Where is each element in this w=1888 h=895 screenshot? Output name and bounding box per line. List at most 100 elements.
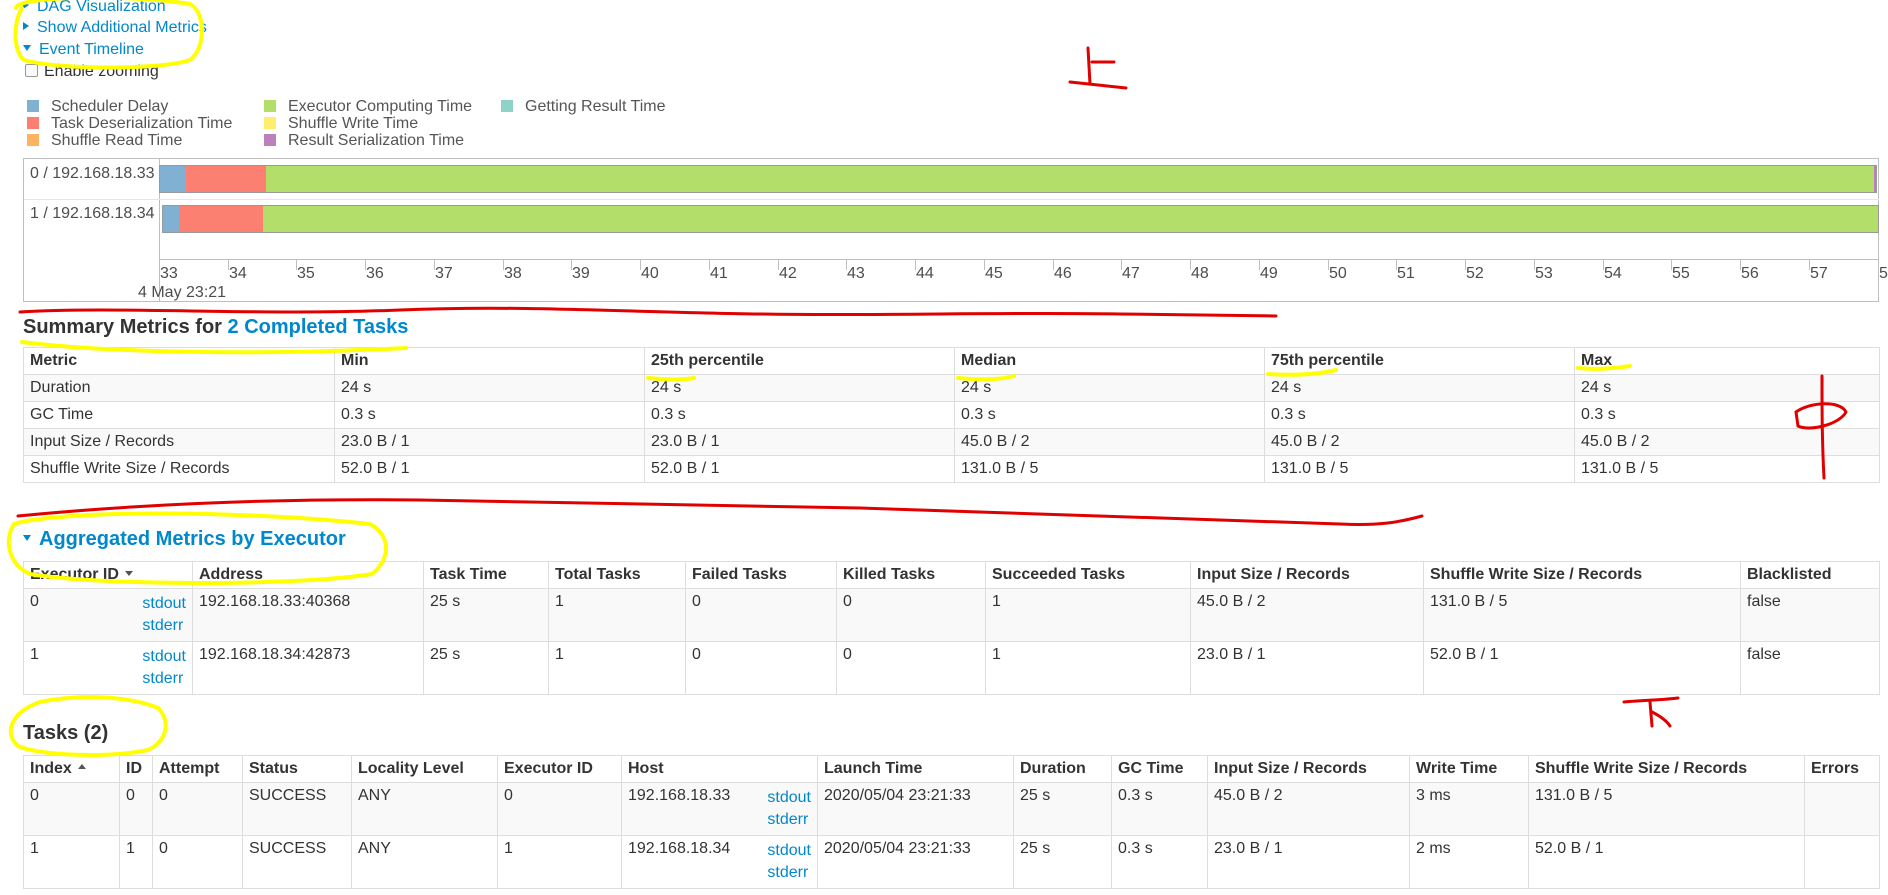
table-cell: SUCCESS <box>242 835 352 889</box>
axis-tick-label: 50 <box>1329 265 1347 282</box>
column-header[interactable]: Input Size / Records <box>1207 755 1410 783</box>
dag-visualization-label: DAG Visualization <box>37 0 166 15</box>
show-additional-metrics-toggle[interactable]: Show Additional Metrics <box>23 18 207 38</box>
column-header[interactable]: ID <box>119 755 153 783</box>
table-row: Shuffle Write Size / Records 52.0 B / 1 … <box>23 455 1880 483</box>
host-name: 192.168.18.34 <box>628 840 731 857</box>
table-cell: 52.0 B / 1 <box>1528 835 1805 889</box>
log-links: stdout stderr <box>767 787 811 831</box>
stdout-link[interactable]: stdout <box>142 593 186 615</box>
legend-swatch <box>264 133 276 146</box>
event-timeline-toggle[interactable]: Event Timeline <box>23 40 144 60</box>
axis-tick-label: 45 <box>985 265 1003 282</box>
completed-tasks-link[interactable]: 2 Completed Tasks <box>228 316 409 338</box>
table-cell: GC Time <box>23 401 335 429</box>
axis-tick-label: 46 <box>1054 265 1072 282</box>
table-cell: 0.3 s <box>954 401 1265 429</box>
column-header[interactable]: Executor ID <box>23 561 193 589</box>
timeline-row-label: 1 / 192.168.18.34 <box>30 205 155 222</box>
column-header[interactable]: Launch Time <box>817 755 1014 783</box>
column-header[interactable]: Executor ID <box>497 755 622 783</box>
task-bar-0[interactable] <box>159 165 1877 193</box>
axis-tick-label: 53 <box>1535 265 1553 282</box>
red-character-mark <box>1068 46 1128 90</box>
axis-tick-label: 34 <box>229 265 247 282</box>
column-header[interactable]: Min <box>334 347 645 375</box>
table-cell: 192.168.18.34:42873 <box>192 641 424 695</box>
timeline-axis: 33 34 35 36 37 38 39 40 41 42 43 44 45 46 47 48 49 50 51 52… <box>159 259 1888 303</box>
stderr-link[interactable]: stderr <box>767 862 811 884</box>
enable-zooming-row[interactable]: Enable zooming <box>25 62 159 82</box>
column-header[interactable]: Errors <box>1804 755 1880 783</box>
column-header[interactable]: Shuffle Write Size / Records <box>1528 755 1805 783</box>
column-header[interactable]: Address <box>192 561 424 589</box>
table-cell: 1 <box>548 588 686 642</box>
table-cell: 131.0 B / 5 <box>954 455 1265 483</box>
task-bar-1[interactable] <box>162 205 1879 233</box>
legend-item-scheduler-delay: Scheduler Delay <box>27 98 168 115</box>
show-additional-metrics-label: Show Additional Metrics <box>37 19 207 36</box>
column-header[interactable]: Killed Tasks <box>836 561 986 589</box>
column-header[interactable]: Blacklisted <box>1740 561 1880 589</box>
dag-visualization-toggle[interactable]: DAG Visualization <box>23 0 166 17</box>
column-header[interactable]: Duration <box>1013 755 1112 783</box>
stderr-link[interactable]: stderr <box>142 668 186 690</box>
table-cell: 2020/05/04 23:21:33 <box>817 835 1014 889</box>
column-header[interactable]: 75th percentile <box>1264 347 1575 375</box>
table-cell: 24 s <box>954 374 1265 402</box>
column-header[interactable]: Input Size / Records <box>1190 561 1424 589</box>
column-header[interactable]: Shuffle Write Size / Records <box>1423 561 1741 589</box>
segment-executor-computing <box>263 206 1878 232</box>
column-header[interactable]: Index <box>23 755 120 783</box>
column-header[interactable]: Write Time <box>1409 755 1529 783</box>
column-header[interactable]: Succeeded Tasks <box>985 561 1191 589</box>
column-header[interactable]: 25th percentile <box>644 347 955 375</box>
legend-item-executor-computing: Executor Computing Time <box>264 98 472 115</box>
caret-down-icon <box>23 44 31 51</box>
event-timeline[interactable]: 0 / 192.168.18.33 1 / 192.168.18.34 33 34… <box>23 158 1888 303</box>
stderr-link[interactable]: stderr <box>142 615 186 637</box>
column-header[interactable]: Median <box>954 347 1265 375</box>
table-cell: Input Size / Records <box>23 428 335 456</box>
table-header-row: Index ID Attempt Status Locality Level E… <box>23 755 1880 783</box>
stderr-link[interactable]: stderr <box>767 809 811 831</box>
timeline-row-divider <box>24 199 1879 200</box>
legend-swatch <box>27 116 39 129</box>
column-header[interactable]: Task Time <box>423 561 549 589</box>
timeline-date-label: 4 May 23:21 <box>138 284 227 301</box>
column-header[interactable]: Failed Tasks <box>685 561 837 589</box>
column-header[interactable]: Host <box>621 755 818 783</box>
column-header[interactable]: Metric <box>23 347 335 375</box>
table-cell: ANY <box>351 782 498 836</box>
aggregated-metrics-toggle[interactable]: Aggregated Metrics by Executor <box>23 528 346 551</box>
table-cell: 45.0 B / 2 <box>954 428 1265 456</box>
column-header[interactable]: Max <box>1574 347 1880 375</box>
table-cell: 0.3 s <box>644 401 955 429</box>
axis-tick-label: 55 <box>1672 265 1690 282</box>
column-header[interactable]: Attempt <box>152 755 243 783</box>
event-timeline-label: Event Timeline <box>39 41 144 58</box>
enable-zooming-checkbox[interactable] <box>25 64 38 78</box>
legend-item-shuffle-write: Shuffle Write Time <box>264 115 418 132</box>
column-header[interactable]: Locality Level <box>351 755 498 783</box>
table-header-row: Executor ID Address Task Time Total Task… <box>23 561 1880 589</box>
legend-item-task-deserialization: Task Deserialization Time <box>27 115 232 132</box>
stdout-link[interactable]: stdout <box>767 840 811 862</box>
table-cell: 23.0 B / 1 <box>1207 835 1410 889</box>
table-cell: 0 <box>152 835 243 889</box>
stdout-link[interactable]: stdout <box>767 787 811 809</box>
stdout-link[interactable]: stdout <box>142 646 186 668</box>
axis-tick-label: 56 <box>1741 265 1759 282</box>
axis-tick-label: 44 <box>916 265 934 282</box>
column-header[interactable]: GC Time <box>1111 755 1208 783</box>
column-header[interactable]: Status <box>242 755 352 783</box>
table-cell: false <box>1740 641 1880 695</box>
table-cell: 131.0 B / 5 <box>1423 588 1741 642</box>
axis-tick-label: 51 <box>1397 265 1415 282</box>
caret-right-icon <box>23 21 29 30</box>
executor-id-cell: 1 stdout stderr <box>23 641 193 695</box>
table-cell: 25 s <box>423 588 549 642</box>
column-header[interactable]: Total Tasks <box>548 561 686 589</box>
column-header-label: Index <box>30 760 72 777</box>
table-cell: 24 s <box>1264 374 1575 402</box>
